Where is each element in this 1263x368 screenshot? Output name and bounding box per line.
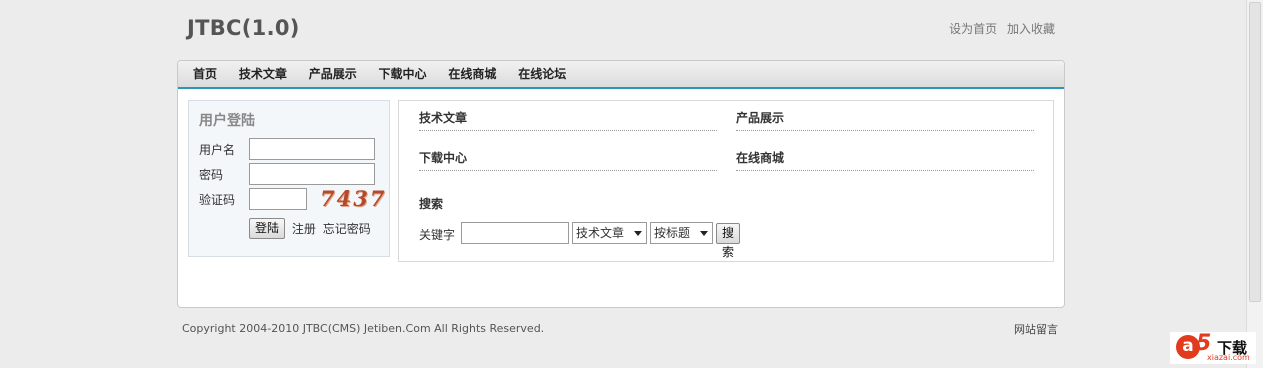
vertical-scrollbar[interactable]	[1246, 0, 1263, 368]
login-button[interactable]: 登陆	[249, 218, 286, 239]
top-links: 设为首页 加入收藏	[943, 20, 1055, 37]
nav-item-articles[interactable]: 技术文章	[239, 61, 287, 87]
register-link[interactable]: 注册	[292, 222, 316, 236]
chevron-down-icon	[700, 231, 708, 236]
forgot-password-link[interactable]: 忘记密码	[323, 222, 371, 236]
scrollbar-thumb[interactable]	[1249, 2, 1261, 302]
password-input[interactable]	[249, 163, 375, 185]
category-label: 下载中心	[419, 151, 468, 165]
captcha-input[interactable]	[249, 188, 307, 210]
nav-item-downloads[interactable]: 下载中心	[379, 61, 427, 87]
captcha-image[interactable]: 7437	[320, 186, 386, 211]
add-favorite-link[interactable]: 加入收藏	[1007, 22, 1055, 36]
main-nav: 首页 技术文章 产品展示 下载中心 在线商城 在线论坛	[178, 61, 1064, 89]
username-input[interactable]	[249, 138, 375, 160]
category-label: 在线商城	[736, 151, 785, 165]
main-panel: 首页 技术文章 产品展示 下载中心 在线商城 在线论坛 用户登陆 用户名 密码 …	[177, 60, 1065, 308]
guestbook-link[interactable]: 网站留言	[1014, 321, 1058, 337]
category-articles[interactable]: 技术文章	[419, 101, 717, 131]
category-label: 技术文章	[419, 111, 468, 125]
category-shop[interactable]: 在线商城	[736, 141, 1034, 171]
login-title: 用户登陆	[199, 113, 255, 129]
keyword-label: 关键字	[419, 228, 456, 242]
nav-item-products[interactable]: 产品展示	[309, 61, 357, 87]
chevron-down-icon	[634, 231, 642, 236]
module-select[interactable]: 技术文章	[572, 222, 647, 244]
nav-item-forum[interactable]: 在线论坛	[518, 61, 566, 87]
login-box: 用户登陆 用户名 密码 验证码 7437 登陆 注册 忘记密码	[188, 100, 390, 257]
search-button[interactable]: 搜索	[716, 223, 741, 259]
module-select-value: 技术文章	[576, 226, 625, 240]
login-actions: 登陆 注册 忘记密码	[249, 218, 371, 239]
nav-item-shop[interactable]: 在线商城	[448, 61, 496, 87]
category-downloads[interactable]: 下载中心	[419, 141, 717, 171]
nav-item-home[interactable]: 首页	[193, 61, 217, 87]
watermark-domain: xiazai.com	[1207, 353, 1250, 362]
content-panel: 技术文章 产品展示 下载中心 在线商城 搜索 关键字 技术文章 按标题 搜索	[398, 100, 1054, 262]
category-label: 产品展示	[736, 111, 785, 125]
field-select-value: 按标题	[654, 226, 691, 240]
category-products[interactable]: 产品展示	[736, 101, 1034, 131]
search-title: 搜索	[419, 197, 444, 211]
username-label: 用户名	[199, 143, 236, 157]
password-label: 密码	[199, 168, 224, 182]
captcha-label: 验证码	[199, 193, 236, 207]
field-select[interactable]: 按标题	[650, 222, 713, 244]
copyright-text: Copyright 2004-2010 JTBC(CMS) Jetiben.Co…	[182, 322, 545, 335]
keyword-input[interactable]	[461, 222, 569, 244]
site-logo[interactable]: JTBC(1.0)	[187, 16, 300, 40]
set-homepage-link[interactable]: 设为首页	[949, 22, 997, 36]
watermark-logo: a 5 下载 xiazai.com	[1170, 331, 1256, 364]
